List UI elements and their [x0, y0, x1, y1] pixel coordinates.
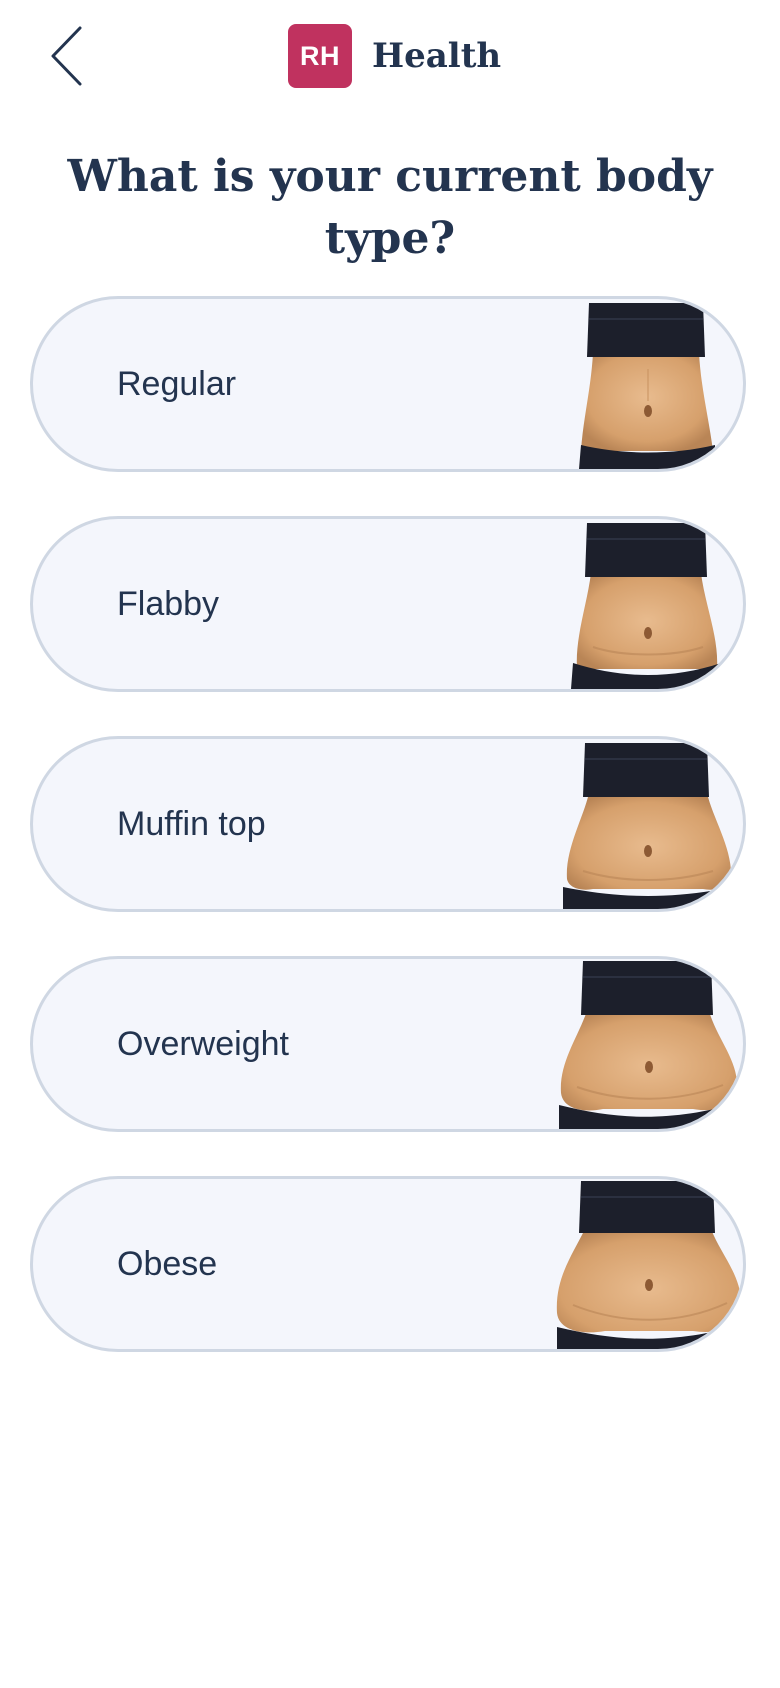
option-label: Muffin top	[117, 804, 266, 843]
option-label: Obese	[117, 1244, 218, 1283]
option-label: Overweight	[117, 1024, 289, 1063]
regular-torso-image	[553, 299, 743, 469]
back-button[interactable]	[40, 22, 92, 90]
question-title: What is your current body type?	[67, 151, 713, 264]
option-obese[interactable]: Obese	[30, 1176, 746, 1352]
option-label: Flabby	[117, 584, 220, 623]
option-regular[interactable]: Regular	[30, 296, 746, 472]
option-overweight[interactable]: Overweight	[30, 956, 746, 1132]
option-flabby[interactable]: Flabby	[30, 516, 746, 692]
brand: RH Health	[288, 24, 501, 88]
body-type-options: Regular Flabby Muffin top Overweight Obe…	[30, 296, 750, 1396]
muffin-top-torso-image	[553, 739, 743, 909]
app-header: RH Health	[0, 0, 780, 112]
chevron-left-icon	[51, 26, 82, 86]
option-muffin-top[interactable]: Muffin top	[30, 736, 746, 912]
obese-torso-image	[553, 1179, 743, 1349]
option-label: Regular	[117, 364, 237, 403]
flabby-torso-image	[553, 519, 743, 689]
brand-name: Health	[372, 36, 502, 76]
logo-badge: RH	[288, 24, 352, 88]
overweight-torso-image	[553, 959, 743, 1129]
